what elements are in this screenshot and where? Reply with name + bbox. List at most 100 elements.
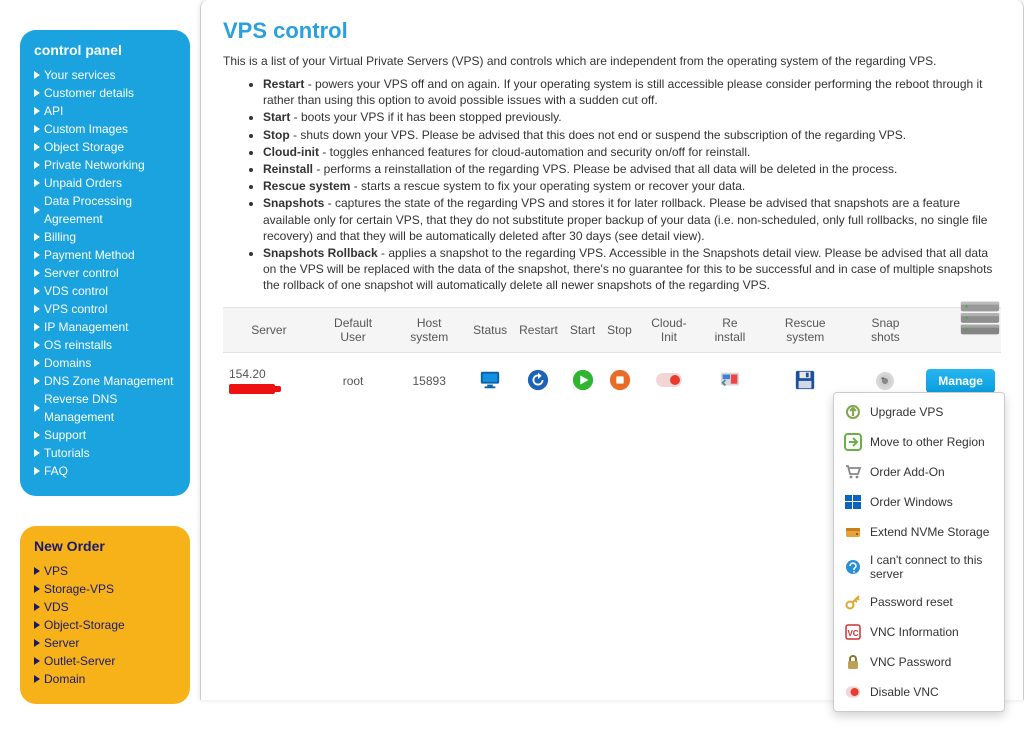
dropdown-cant-connect[interactable]: I can't connect to this server xyxy=(834,547,1004,587)
col-cloud-init: Cloud-Init xyxy=(638,308,700,353)
nav-item[interactable]: Private Networking xyxy=(34,156,176,174)
nav-item[interactable]: Custom Images xyxy=(34,120,176,138)
bullet: Snapshots - captures the state of the re… xyxy=(263,195,1001,244)
chevron-right-icon xyxy=(34,179,40,187)
toggle-off-icon xyxy=(844,683,862,701)
new-order-nav: New Order VPS Storage-VPS VDS Object-Sto… xyxy=(20,526,190,704)
col-start: Start xyxy=(564,308,601,353)
dropdown-label: Password reset xyxy=(870,595,953,609)
vnc-info-icon: VC xyxy=(844,623,862,641)
redacted-ip xyxy=(229,384,275,394)
nav-item[interactable]: Object Storage xyxy=(34,138,176,156)
bullet: Snapshots Rollback - applies a snapshot … xyxy=(263,245,1001,294)
cell-status xyxy=(467,353,513,410)
control-panel-title: control panel xyxy=(34,42,176,58)
chevron-right-icon xyxy=(34,467,40,475)
bullet: Cloud-init - toggles enhanced features f… xyxy=(263,144,1001,160)
rescue-icon[interactable] xyxy=(794,369,816,391)
dropdown-label: Extend NVMe Storage xyxy=(870,525,989,539)
chevron-right-icon xyxy=(34,657,40,665)
cell-server: 154.20 xyxy=(223,353,315,410)
nav-item[interactable]: Server xyxy=(34,634,176,652)
nav-item[interactable]: VDS xyxy=(34,598,176,616)
dropdown-extend-storage[interactable]: Extend NVMe Storage xyxy=(834,517,1004,547)
nav-item[interactable]: OS reinstalls xyxy=(34,336,176,354)
nav-item[interactable]: Storage-VPS xyxy=(34,580,176,598)
chevron-right-icon xyxy=(34,603,40,611)
nav-item[interactable]: IP Management xyxy=(34,318,176,336)
bullet: Reinstall - performs a reinstallation of… xyxy=(263,161,1001,177)
nav-item[interactable]: Server control xyxy=(34,264,176,282)
chevron-right-icon xyxy=(34,323,40,331)
cloud-init-toggle[interactable] xyxy=(656,373,682,387)
manage-dropdown: Upgrade VPS Move to other Region Order A… xyxy=(833,392,1005,712)
nav-item[interactable]: Payment Method xyxy=(34,246,176,264)
dropdown-disable-vnc[interactable]: Disable VNC xyxy=(834,677,1004,707)
chevron-right-icon xyxy=(34,305,40,313)
nav-item[interactable]: VDS control xyxy=(34,282,176,300)
intro-text: This is a list of your Virtual Private S… xyxy=(223,54,1001,68)
nav-item[interactable]: Domains xyxy=(34,354,176,372)
chevron-right-icon xyxy=(34,675,40,683)
nav-item[interactable]: Customer details xyxy=(34,84,176,102)
restart-icon[interactable] xyxy=(527,369,549,391)
dropdown-label: VNC Information xyxy=(870,625,959,639)
chevron-right-icon xyxy=(34,71,40,79)
nav-item[interactable]: Support xyxy=(34,426,176,444)
dropdown-label: Disable VNC xyxy=(870,685,939,699)
nav-item[interactable]: Data Processing Agreement xyxy=(34,192,176,228)
page-title: VPS control xyxy=(223,18,1001,44)
new-order-title: New Order xyxy=(34,538,176,554)
dropdown-label: Order Add-On xyxy=(870,465,945,479)
new-order-list: VPS Storage-VPS VDS Object-Storage Serve… xyxy=(34,562,176,688)
chevron-right-icon xyxy=(34,585,40,593)
nav-item[interactable]: Your services xyxy=(34,66,176,84)
dropdown-vnc-info[interactable]: VC VNC Information xyxy=(834,617,1004,647)
nav-item[interactable]: Outlet-Server xyxy=(34,652,176,670)
nav-item[interactable]: VPS xyxy=(34,562,176,580)
dropdown-password-reset[interactable]: Password reset xyxy=(834,587,1004,617)
chevron-right-icon xyxy=(34,251,40,259)
chevron-right-icon xyxy=(34,143,40,151)
nav-item[interactable]: Unpaid Orders xyxy=(34,174,176,192)
dropdown-order-windows[interactable]: Order Windows xyxy=(834,487,1004,517)
bullet: Restart - powers your VPS off and on aga… xyxy=(263,76,1001,108)
nav-item[interactable]: API xyxy=(34,102,176,120)
snapshots-icon[interactable] xyxy=(876,372,894,390)
chevron-right-icon xyxy=(34,107,40,115)
nav-item[interactable]: Billing xyxy=(34,228,176,246)
chevron-right-icon xyxy=(34,89,40,97)
nav-item[interactable]: VPS control xyxy=(34,300,176,318)
nav-item[interactable]: Reverse DNS Management xyxy=(34,390,176,426)
col-snapshots: Snap shots xyxy=(851,308,921,353)
dropdown-label: Move to other Region xyxy=(870,435,985,449)
dropdown-move-region[interactable]: Move to other Region xyxy=(834,427,1004,457)
monitor-icon[interactable] xyxy=(479,369,501,391)
nav-item[interactable]: FAQ xyxy=(34,462,176,480)
dropdown-vnc-password[interactable]: VNC Password xyxy=(834,647,1004,677)
nav-item[interactable]: Tutorials xyxy=(34,444,176,462)
chevron-right-icon xyxy=(34,206,40,214)
chevron-right-icon xyxy=(34,567,40,575)
feature-bullets: Restart - powers your VPS off and on aga… xyxy=(263,76,1001,293)
col-reinstall: Re install xyxy=(700,308,760,353)
nav-item[interactable]: Domain xyxy=(34,670,176,688)
reinstall-icon[interactable] xyxy=(719,369,741,391)
manage-button[interactable]: Manage xyxy=(926,369,995,393)
chevron-right-icon xyxy=(34,404,40,412)
nav-item[interactable]: Object-Storage xyxy=(34,616,176,634)
col-stop: Stop xyxy=(601,308,638,353)
nav-item[interactable]: DNS Zone Management xyxy=(34,372,176,390)
chevron-right-icon xyxy=(34,359,40,367)
dropdown-order-addon[interactable]: Order Add-On xyxy=(834,457,1004,487)
chevron-right-icon xyxy=(34,341,40,349)
chevron-right-icon xyxy=(34,449,40,457)
stop-icon[interactable] xyxy=(609,369,631,391)
col-status: Status xyxy=(467,308,513,353)
help-globe-icon xyxy=(844,558,862,576)
main-content: VPS control This is a list of your Virtu… xyxy=(200,0,1024,700)
dropdown-upgrade-vps[interactable]: Upgrade VPS xyxy=(834,397,1004,427)
start-icon[interactable] xyxy=(572,369,594,391)
chevron-right-icon xyxy=(34,621,40,629)
chevron-right-icon xyxy=(34,161,40,169)
